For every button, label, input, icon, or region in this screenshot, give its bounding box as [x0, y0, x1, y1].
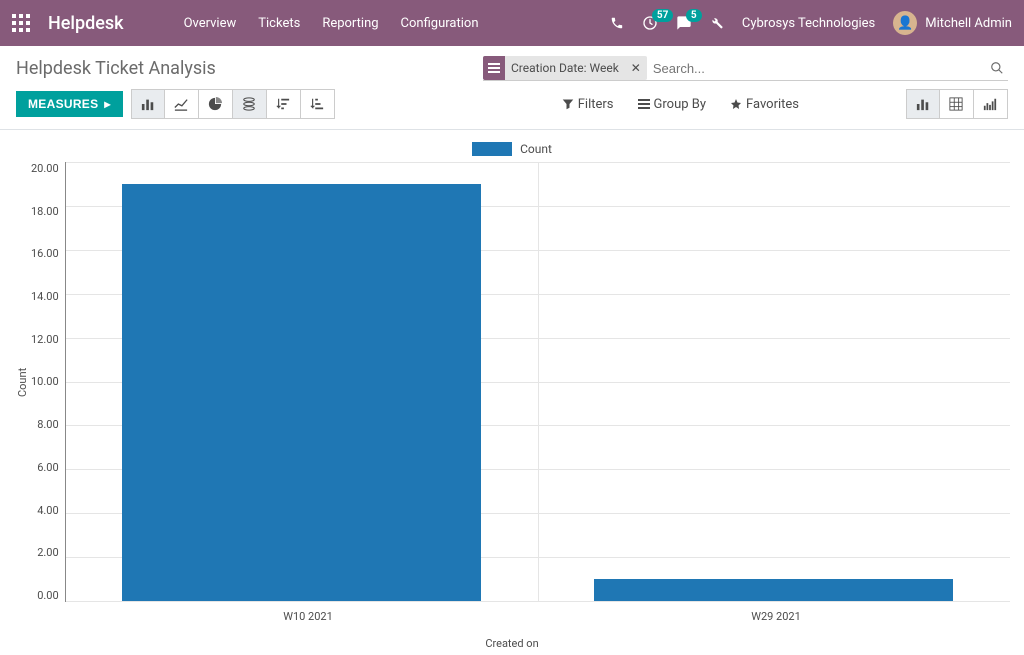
user-menu[interactable]: 👤 Mitchell Admin: [893, 11, 1012, 35]
sort-desc-icon[interactable]: [267, 89, 301, 119]
groupby-facet-icon: [483, 56, 505, 80]
menu-tickets[interactable]: Tickets: [258, 16, 300, 31]
plot: [65, 162, 1010, 602]
x-tick: W29 2021: [542, 602, 1010, 623]
filters-label: Filters: [578, 97, 614, 112]
y-tick: 0.00: [37, 589, 58, 602]
y-tick: 4.00: [37, 504, 58, 517]
chart-type-toggles: [131, 89, 335, 119]
groupby-label: Group By: [654, 97, 707, 112]
graph-view-icon[interactable]: [906, 89, 940, 119]
y-tick: 14.00: [31, 290, 59, 303]
facet-label: Creation Date: Week: [505, 61, 625, 75]
top-nav: Helpdesk Overview Tickets Reporting Conf…: [0, 0, 1024, 46]
search-panel-tools: Filters Group By Favorites: [562, 97, 799, 112]
sort-asc-icon[interactable]: [301, 89, 335, 119]
search-icon[interactable]: [986, 61, 1008, 75]
y-tick: 8.00: [37, 418, 58, 431]
gridline: [66, 162, 1010, 163]
search-facet: Creation Date: Week ✕: [483, 56, 647, 80]
chart-area: Count Count 20.00 18.00 16.00 14.00 12.0…: [0, 130, 1024, 650]
messages-badge: 5: [686, 9, 702, 22]
facet-close-icon[interactable]: ✕: [625, 61, 647, 75]
plot-wrap: Count 20.00 18.00 16.00 14.00 12.00 10.0…: [14, 162, 1010, 602]
page-title: Helpdesk Ticket Analysis: [16, 58, 216, 79]
x-axis: W10 2021 W29 2021: [74, 602, 1010, 623]
y-axis-title: Count: [14, 162, 31, 602]
avatar: 👤: [893, 11, 917, 35]
phone-icon[interactable]: [610, 16, 624, 30]
search-input[interactable]: [647, 57, 986, 80]
measures-button[interactable]: MEASURES ▸: [16, 91, 123, 117]
stacked-icon[interactable]: [233, 89, 267, 119]
company-switcher[interactable]: Cybrosys Technologies: [742, 16, 875, 31]
filters-button[interactable]: Filters: [562, 97, 614, 112]
chart-legend: Count: [14, 142, 1010, 156]
x-tick: W10 2021: [74, 602, 542, 623]
bar[interactable]: [122, 184, 481, 601]
legend-label: Count: [520, 142, 552, 156]
y-axis: 20.00 18.00 16.00 14.00 12.00 10.00 8.00…: [31, 162, 65, 602]
measures-label: MEASURES: [28, 97, 98, 111]
main-menu: Overview Tickets Reporting Configuration: [184, 16, 479, 31]
pie-chart-icon[interactable]: [199, 89, 233, 119]
topnav-right: 57 5 Cybrosys Technologies 👤 Mitchell Ad…: [610, 11, 1012, 35]
legend-swatch: [472, 142, 512, 156]
y-tick: 20.00: [31, 162, 59, 175]
tools-icon[interactable]: [710, 16, 724, 30]
search-bar: Creation Date: Week ✕: [483, 56, 1008, 81]
apps-icon[interactable]: [12, 14, 30, 32]
y-tick: 10.00: [31, 375, 59, 388]
y-tick: 16.00: [31, 247, 59, 260]
messages-icon[interactable]: 5: [676, 15, 692, 31]
menu-reporting[interactable]: Reporting: [322, 16, 378, 31]
favorites-button[interactable]: Favorites: [730, 97, 799, 112]
pivot-view-icon[interactable]: [940, 89, 974, 119]
control-bar: Helpdesk Ticket Analysis Creation Date: …: [0, 46, 1024, 89]
activity-icon[interactable]: 57: [642, 15, 658, 31]
app-brand[interactable]: Helpdesk: [48, 13, 124, 34]
y-tick: 12.00: [31, 333, 59, 346]
favorites-label: Favorites: [746, 97, 799, 112]
menu-overview[interactable]: Overview: [184, 16, 237, 31]
y-tick: 2.00: [37, 546, 58, 559]
caret-right-icon: ▸: [104, 97, 110, 111]
x-axis-title: Created on: [14, 637, 1010, 650]
groupby-button[interactable]: Group By: [638, 97, 707, 112]
bar-chart-icon[interactable]: [131, 89, 165, 119]
y-tick: 6.00: [37, 461, 58, 474]
toolbar: MEASURES ▸ Filters Group By: [0, 89, 1024, 130]
view-switcher: [906, 89, 1008, 119]
user-name: Mitchell Admin: [925, 16, 1012, 31]
bar[interactable]: [594, 579, 953, 601]
gridline: [66, 601, 1010, 602]
activity-badge: 57: [652, 9, 673, 22]
cohort-view-icon[interactable]: [974, 89, 1008, 119]
line-chart-icon[interactable]: [165, 89, 199, 119]
y-tick: 18.00: [31, 205, 59, 218]
menu-configuration[interactable]: Configuration: [401, 16, 479, 31]
